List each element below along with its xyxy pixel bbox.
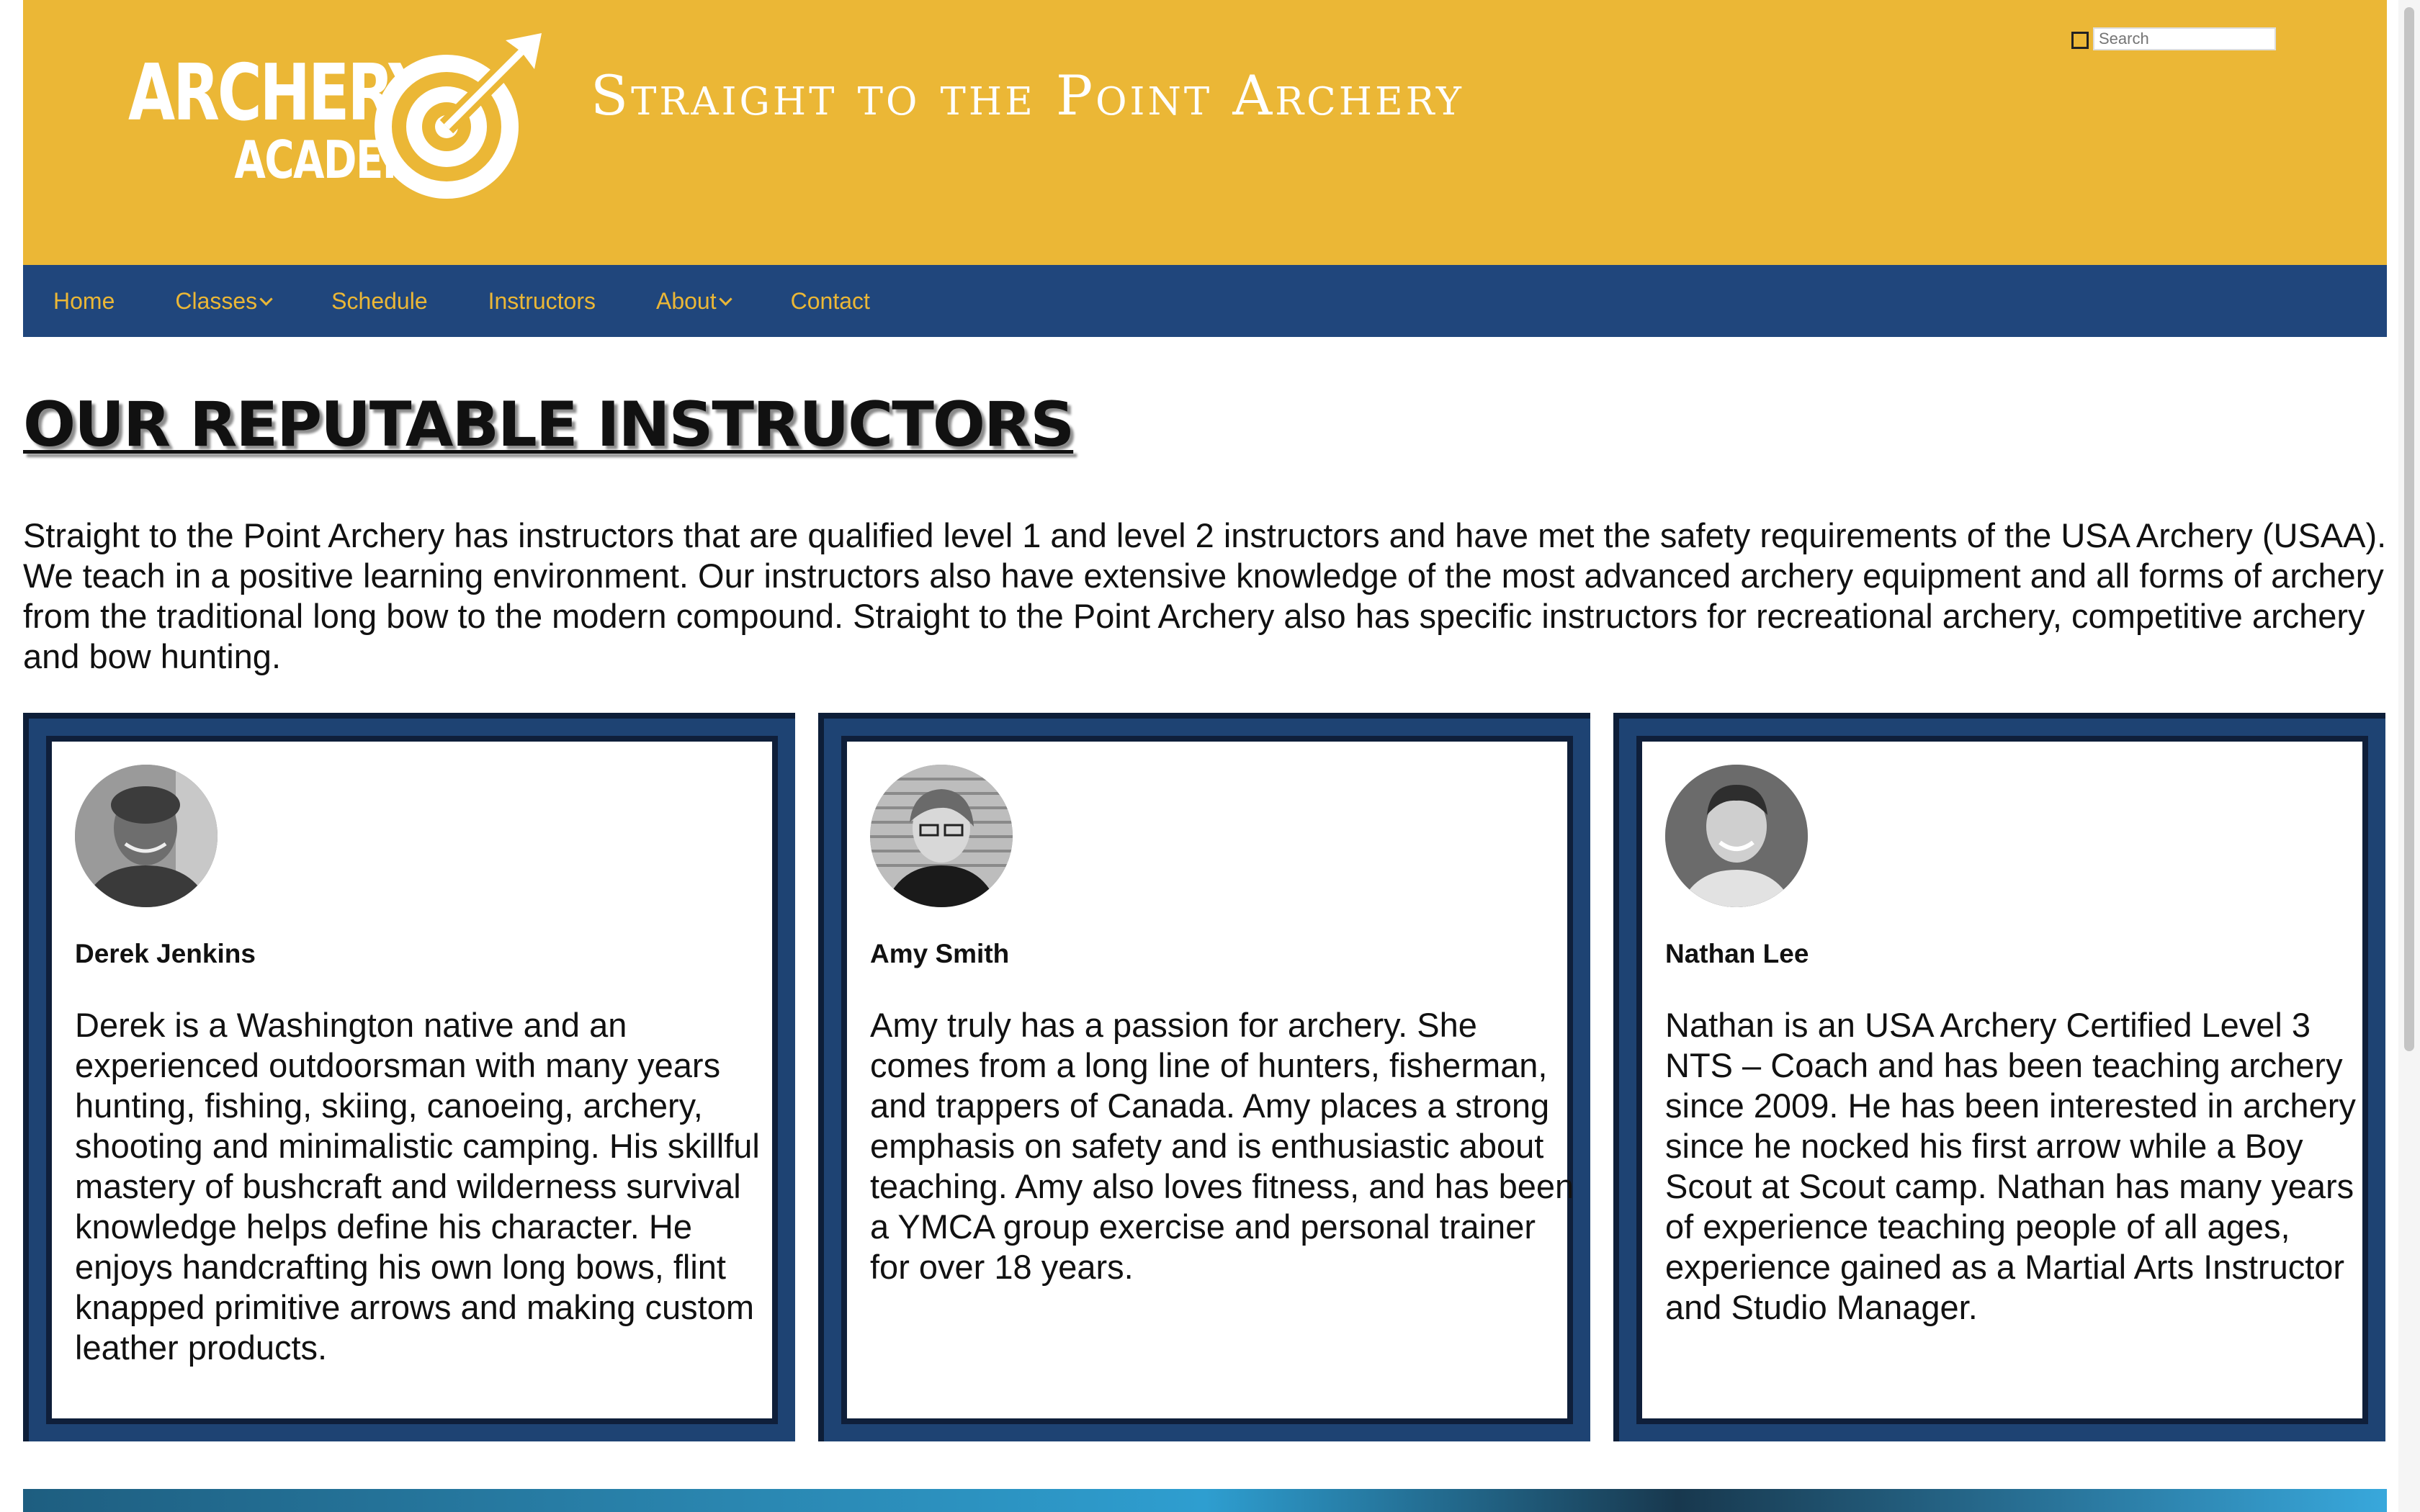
avatar	[870, 765, 1013, 907]
nav-item-label: Schedule	[331, 287, 428, 314]
card-body: Derek Jenkins Derek is a Washington nati…	[52, 742, 772, 1418]
card-frame: Amy Smith Amy truly has a passion for ar…	[841, 736, 1574, 1424]
chevron-down-icon	[259, 292, 273, 306]
instructor-bio: Derek is a Washington native and an expe…	[75, 1006, 760, 1367]
nav-item-label: About	[655, 287, 717, 314]
nav-item-label: Classes	[175, 287, 258, 314]
instructor-card: Nathan Lee Nathan is an USA Archery Cert…	[1613, 713, 2385, 1441]
nav-item-classes[interactable]: Classes	[175, 287, 273, 315]
card-frame: Nathan Lee Nathan is an USA Archery Cert…	[1636, 736, 2368, 1424]
card-body: Nathan Lee Nathan is an USA Archery Cert…	[1642, 742, 2362, 1418]
footer-banner-image	[23, 1489, 2387, 1512]
instructor-card: Derek Jenkins Derek is a Washington nati…	[23, 713, 795, 1441]
card-body: Amy Smith Amy truly has a passion for ar…	[847, 742, 1574, 1418]
intro-paragraph: Straight to the Point Archery has instru…	[23, 516, 2387, 675]
nav-item-contact[interactable]: Contact	[791, 288, 870, 315]
instructor-bio: Amy truly has a passion for archery. She…	[870, 1006, 1574, 1286]
scrollbar-thumb[interactable]	[2404, 7, 2414, 1051]
avatar	[75, 765, 218, 907]
person-photo-icon	[75, 765, 218, 907]
avatar	[1665, 765, 1808, 907]
nav-item-label: Instructors	[488, 287, 596, 314]
instructor-bio: Nathan is an USA Archery Certified Level…	[1665, 1006, 2356, 1326]
instructor-name: Amy Smith	[870, 939, 1010, 968]
main-navigation: Home Classes Schedule Instructors About …	[23, 265, 2387, 337]
card-frame: Derek Jenkins Derek is a Washington nati…	[46, 736, 778, 1424]
page-scrollbar[interactable]	[2398, 0, 2420, 1512]
nav-item-label: Contact	[790, 287, 870, 314]
nav-item-home[interactable]: Home	[53, 288, 115, 315]
nav-item-instructors[interactable]: Instructors	[488, 288, 596, 315]
site-title[interactable]: Straight to the Point Archery	[591, 63, 1464, 127]
page-title: OUR REPUTABLE INSTRUCTORS	[23, 389, 1075, 461]
instructor-name: Nathan Lee	[1665, 939, 1809, 968]
search-input[interactable]	[2093, 27, 2276, 50]
site-header: ARCHERY ACADEMY Straight to the Point Ar…	[23, 0, 2387, 265]
nav-item-label: Home	[53, 287, 115, 314]
person-photo-icon	[1665, 765, 1808, 907]
search-icon[interactable]	[2071, 32, 2089, 49]
archery-academy-logo[interactable]: ARCHERY ACADEMY	[102, 26, 549, 206]
instructor-name: Derek Jenkins	[75, 939, 256, 968]
instructor-card: Amy Smith Amy truly has a passion for ar…	[818, 713, 1590, 1441]
nav-item-schedule[interactable]: Schedule	[331, 288, 427, 315]
target-icon	[375, 33, 542, 199]
nav-item-about[interactable]: About	[655, 287, 732, 315]
person-photo-icon	[870, 765, 1013, 907]
chevron-down-icon	[718, 292, 732, 306]
